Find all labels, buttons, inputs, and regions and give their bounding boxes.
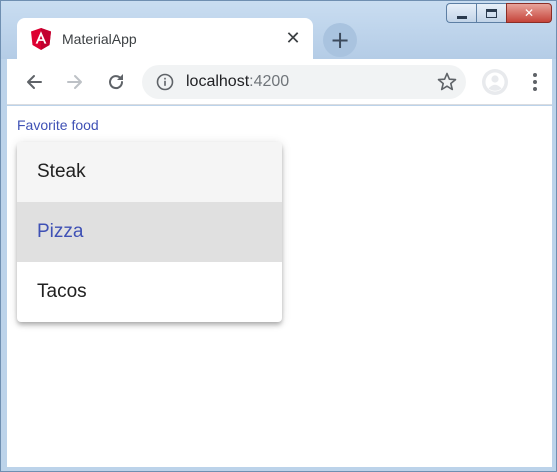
back-button[interactable] xyxy=(20,68,48,96)
page-content: Favorite food Steak Pizza Tacos xyxy=(7,106,552,467)
tab-close-button[interactable]: ✕ xyxy=(283,28,303,49)
maximize-button[interactable] xyxy=(476,3,506,23)
arrow-left-icon xyxy=(27,75,42,89)
url-port: :4200 xyxy=(249,73,290,90)
profile-icon[interactable] xyxy=(481,68,509,96)
arrow-right-icon xyxy=(67,75,82,89)
info-icon[interactable] xyxy=(156,73,174,91)
option-label: Tacos xyxy=(37,281,87,302)
browser-toolbar: localhost:4200 xyxy=(7,59,552,105)
star-icon[interactable] xyxy=(436,71,458,93)
reload-icon xyxy=(109,74,124,90)
option-label: Steak xyxy=(37,161,86,182)
close-window-button[interactable]: ✕ xyxy=(506,3,552,23)
url-host: localhost xyxy=(186,73,250,90)
option-tacos[interactable]: Tacos xyxy=(17,262,282,322)
minimize-icon xyxy=(456,15,467,19)
window-controls: ✕ xyxy=(446,3,552,25)
address-bar[interactable]: localhost:4200 xyxy=(142,65,466,99)
browser-window: ✕ MaterialApp ✕ + localhost:4200 Favorit… xyxy=(0,0,557,472)
more-vert-icon xyxy=(533,73,537,91)
option-label: Pizza xyxy=(37,221,84,242)
new-tab-button[interactable]: + xyxy=(323,23,357,57)
maximize-icon xyxy=(486,8,497,18)
minimize-button[interactable] xyxy=(446,3,476,23)
reload-button[interactable] xyxy=(102,68,130,96)
tab-materialapp[interactable]: MaterialApp ✕ xyxy=(17,18,313,59)
plus-icon: + xyxy=(329,26,351,54)
menu-button[interactable] xyxy=(523,68,547,96)
favorite-food-label: Favorite food xyxy=(17,117,99,133)
option-pizza[interactable]: Pizza xyxy=(17,202,282,262)
tab-title: MaterialApp xyxy=(62,30,137,47)
title-bar: ✕ MaterialApp ✕ + xyxy=(1,1,556,59)
forward-button[interactable] xyxy=(61,68,89,96)
url-text[interactable]: localhost:4200 xyxy=(186,73,436,91)
food-select-panel: Steak Pizza Tacos xyxy=(17,142,282,322)
option-steak[interactable]: Steak xyxy=(17,142,282,202)
close-icon: ✕ xyxy=(523,6,535,20)
angular-icon xyxy=(31,27,51,50)
